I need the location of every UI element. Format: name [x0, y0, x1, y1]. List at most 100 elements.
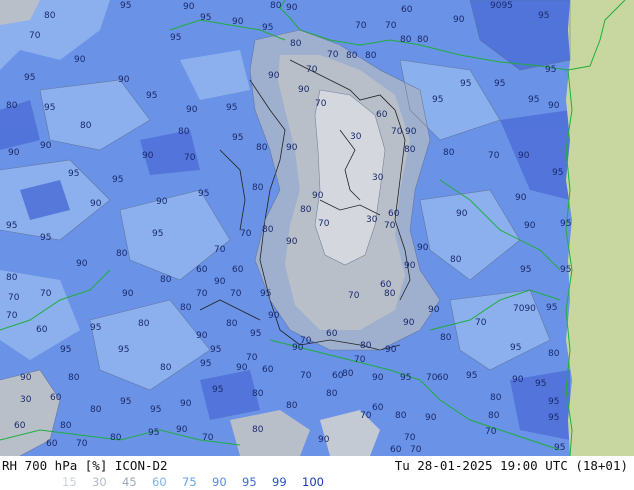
contour-label: 95: [152, 229, 163, 239]
valid-time: Tu 28-01-2025 19:00 UTC (18+01): [394, 458, 628, 473]
contour-label: 80: [443, 148, 455, 158]
contour-label: 80: [490, 393, 502, 403]
contour-label: 80: [395, 411, 407, 421]
contour-label: 95: [548, 397, 559, 407]
contour-label: 80: [290, 39, 302, 49]
contour-label: 80: [226, 319, 238, 329]
contour-label: 80: [342, 369, 354, 379]
contour-label: 60: [262, 365, 274, 375]
contour-label: 70: [184, 153, 196, 163]
contour-label: 60: [388, 209, 400, 219]
contour-label: 95: [232, 133, 243, 143]
contour-label: 70: [8, 293, 20, 303]
contour-label: 60: [372, 403, 384, 413]
contour-label: 90: [20, 373, 32, 383]
contour-label: 80: [346, 51, 358, 61]
contour-label: 90: [298, 85, 310, 95]
legend-level: 30: [92, 475, 107, 489]
contour-label: 70: [355, 21, 367, 31]
contour-label: 7090: [513, 304, 536, 314]
contour-label: 70: [485, 427, 497, 437]
contour-label: 90: [548, 101, 560, 111]
contour-label: 90: [186, 105, 198, 115]
contour-label: 95: [6, 221, 17, 231]
product-title: RH 700 hPa [%] ICON-D2: [2, 458, 168, 473]
contour-label: 80: [252, 183, 264, 193]
contour-label: 9095: [490, 1, 513, 11]
contour-label: 30: [366, 215, 378, 225]
contour-label: 70: [246, 353, 258, 363]
contour-label: 95: [432, 95, 443, 105]
footer-bar: RH 700 hPa [%] ICON-D2 Tu 28-01-2025 19:…: [0, 456, 634, 490]
contour-label: 90: [456, 209, 468, 219]
contour-label: 90: [385, 345, 397, 355]
legend-level: 60: [152, 475, 167, 489]
contour-label: 90: [76, 259, 88, 269]
contour-label: 95: [548, 413, 559, 423]
contour-label: 90: [156, 197, 168, 207]
rh-map: 95 9095 909580709095809095807070306080 9095…: [0, 0, 634, 456]
contour-label: 95: [538, 11, 549, 21]
contour-label: 95: [262, 23, 273, 33]
contour-label: 80: [138, 319, 150, 329]
contour-label: 80: [178, 127, 190, 137]
contour-label: 90: [142, 151, 154, 161]
contour-label: 80: [6, 101, 18, 111]
contour-label: 80: [300, 205, 312, 215]
contour-label: 90: [518, 151, 530, 161]
contour-label: 90: [90, 199, 102, 209]
contour-label: 60: [50, 393, 62, 403]
contour-label: 95: [460, 79, 471, 89]
contour-label: 90: [425, 413, 437, 423]
contour-label: 70: [76, 439, 88, 449]
contour-label: 95: [44, 103, 55, 113]
contour-label: 70: [6, 311, 18, 321]
contour-label: 70: [318, 219, 330, 229]
contour-label: 90: [180, 399, 192, 409]
contour-label: 90: [453, 15, 465, 25]
contour-label: 90: [417, 243, 429, 253]
contour-label: 70: [327, 50, 339, 60]
map-area: 95 90 95 90 95 80 70 90 95 80 90 95 80 70 70 30 60 80 90 95…: [0, 0, 634, 456]
contour-label: 95: [146, 91, 157, 101]
contour-label: 90: [372, 373, 384, 383]
contour-label: 80: [256, 143, 268, 153]
legend-level: 45: [122, 475, 137, 489]
contour-label: 80: [417, 35, 429, 45]
contour-label: 70: [214, 245, 226, 255]
contour-label: 90: [8, 148, 20, 158]
contour-label: 70: [404, 433, 416, 443]
legend-level: 95: [242, 475, 257, 489]
contour-label: 95: [60, 345, 71, 355]
contour-label: 95: [198, 189, 209, 199]
contour-label: 90: [214, 277, 226, 287]
contour-label: 95: [226, 103, 237, 113]
contour-label: 80: [160, 363, 172, 373]
contour-label: 90: [286, 237, 298, 247]
legend-level: 99: [272, 475, 287, 489]
contour-label: 80: [440, 333, 452, 343]
contour-label: 80: [488, 411, 500, 421]
contour-label: 70: [354, 355, 366, 365]
contour-label: 95: [546, 303, 557, 313]
contour-label: 90: [515, 193, 527, 203]
contour-label: 70: [315, 99, 327, 109]
contour-label: 95: [68, 169, 79, 179]
contour-label: 60: [332, 371, 344, 381]
legend-level: 15: [62, 475, 77, 489]
contour-label: 95: [520, 265, 531, 275]
contour-label: 90: [512, 375, 524, 385]
contour-label: 30: [20, 395, 32, 405]
contour-label: 70: [40, 289, 52, 299]
contour-label: 80: [450, 255, 462, 265]
contour-label: 60: [401, 5, 413, 15]
contour-label: 70: [391, 127, 403, 137]
contour-label: 70: [306, 65, 318, 75]
contour-label: 70: [230, 289, 242, 299]
contour-label: 95: [554, 443, 565, 453]
contour-label: 60: [196, 265, 208, 275]
contour-label: 95: [90, 323, 101, 333]
contour-label: 95: [400, 373, 411, 383]
contour-label: 60: [36, 325, 48, 335]
contour-label: 80: [404, 145, 416, 155]
